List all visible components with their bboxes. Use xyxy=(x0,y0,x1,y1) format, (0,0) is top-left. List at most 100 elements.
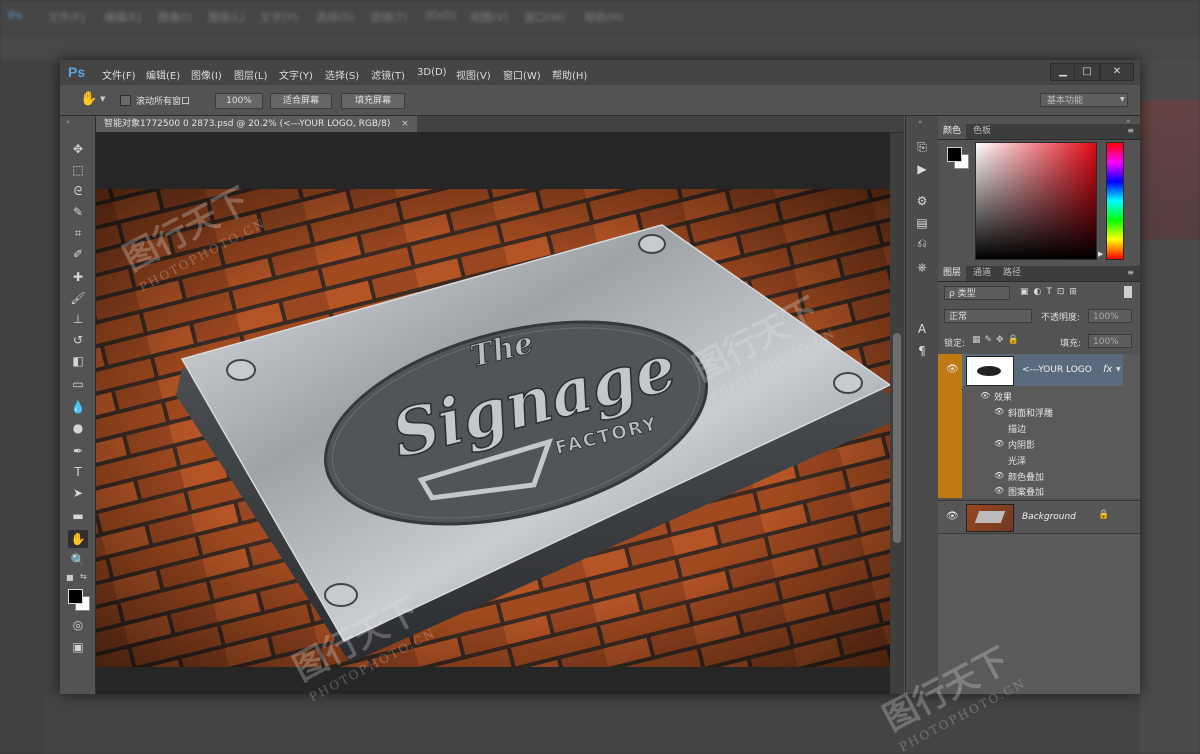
swap-colors-icon[interactable]: ⇆ xyxy=(80,572,87,581)
eye-icon[interactable]: 👁 xyxy=(980,391,990,400)
zoom-tool-icon[interactable]: 🔍 xyxy=(68,551,88,569)
canvas-area[interactable]: The Signage FACTORY xyxy=(96,133,890,694)
chevron-down-icon[interactable]: ▼ xyxy=(1116,366,1121,373)
menu-image[interactable]: 图像(I) xyxy=(191,67,222,82)
collapse-arrows-icon[interactable]: » xyxy=(66,118,70,126)
hue-slider-arrow-icon[interactable]: ▶ xyxy=(1098,250,1103,258)
blend-mode-select[interactable]: 正常 xyxy=(944,309,1032,323)
lasso-tool-icon[interactable]: ᘓ xyxy=(68,182,88,200)
screen-mode-icon[interactable]: ▣ xyxy=(68,638,88,656)
eye-icon[interactable]: 👁 xyxy=(994,439,1004,448)
gradient-tool-icon[interactable]: ▭ xyxy=(68,375,88,393)
menu-select[interactable]: 选择(S) xyxy=(325,67,359,82)
color-picker-field[interactable] xyxy=(975,142,1097,260)
chevron-down-icon[interactable]: ▼ xyxy=(100,95,105,103)
eye-icon[interactable]: 👁 xyxy=(994,471,1004,480)
menu-layer[interactable]: 图层(L) xyxy=(234,67,267,82)
menu-edit[interactable]: 编辑(E) xyxy=(146,67,180,82)
collapse-arrows-icon[interactable]: « xyxy=(918,118,922,126)
menu-3d[interactable]: 3D(D) xyxy=(417,67,447,78)
dodge-tool-icon[interactable]: ● xyxy=(68,419,88,437)
layer-filter-kind-select[interactable]: ρ 类型 xyxy=(944,286,1010,300)
clone-stamp-tool-icon[interactable]: ⊥ xyxy=(68,310,88,328)
color-panel-foreground-swatch[interactable] xyxy=(947,147,962,162)
layer-filter-icons[interactable]: ▣◐T⊡⊞ xyxy=(1020,287,1082,297)
tab-color[interactable]: 颜色 xyxy=(938,124,967,139)
menu-file[interactable]: 文件(F) xyxy=(102,67,136,82)
effect-item[interactable]: 颜色叠加 xyxy=(1008,470,1044,483)
history-panel-icon[interactable]: ⎘ xyxy=(913,138,931,156)
adjustments-panel-icon[interactable]: ▤ xyxy=(913,214,931,232)
eye-icon[interactable]: 👁 xyxy=(994,486,1004,495)
scrollbar-thumb[interactable] xyxy=(893,333,901,543)
healing-brush-tool-icon[interactable]: ✚ xyxy=(68,268,88,286)
menu-type[interactable]: 文字(Y) xyxy=(279,67,313,82)
fit-screen-button[interactable]: 适合屏幕 xyxy=(270,93,332,109)
default-colors-icon[interactable]: ■ xyxy=(66,573,74,582)
panel-menu-icon[interactable]: ≡ xyxy=(1127,126,1134,135)
paragraph-panel-icon[interactable]: ¶ xyxy=(913,342,931,360)
path-select-tool-icon[interactable]: ➤ xyxy=(68,484,88,502)
lock-icons[interactable]: ▦✎✥🔒 xyxy=(972,335,1023,345)
properties-panel-icon[interactable]: ⚙ xyxy=(913,192,931,210)
layer-name[interactable]: <---YOUR LOGO xyxy=(1022,365,1092,375)
crop-tool-icon[interactable]: ⌗ xyxy=(68,224,88,242)
effect-item[interactable]: 内阴影 xyxy=(1008,438,1035,451)
document-tab[interactable]: 智能对象1772500 0 2873.psd @ 20.2% (<---YOUR… xyxy=(96,116,417,132)
tab-channels[interactable]: 通道 xyxy=(968,266,996,281)
history-brush-tool-icon[interactable]: ↺ xyxy=(68,331,88,349)
workspace-select[interactable]: 基本功能 xyxy=(1040,93,1128,107)
close-button[interactable]: ✕ xyxy=(1100,63,1134,81)
workspace-chevron-icon[interactable]: ▼ xyxy=(1120,96,1125,103)
effect-item[interactable]: 光泽 xyxy=(1008,454,1026,467)
tab-paths[interactable]: 路径 xyxy=(998,266,1026,281)
menu-window[interactable]: 窗口(W) xyxy=(503,67,541,82)
pen-tool-icon[interactable]: ✒ xyxy=(68,442,88,460)
fx-icon[interactable]: fx xyxy=(1103,364,1112,375)
menu-bar: Ps 文件(F) 编辑(E) 图像(I) 图层(L) 文字(Y) 选择(S) 滤… xyxy=(60,60,1140,85)
scroll-all-windows-checkbox[interactable] xyxy=(120,95,131,106)
fill-input[interactable]: 100% xyxy=(1088,334,1132,348)
tab-swatches[interactable]: 色板 xyxy=(968,124,996,139)
tab-layers[interactable]: 图层 xyxy=(938,266,967,281)
zoom-100-button[interactable]: 100% xyxy=(215,93,263,109)
brush-tool-icon[interactable]: 🖌 xyxy=(68,289,88,307)
marquee-tool-icon[interactable]: ⬚ xyxy=(68,161,88,179)
fill-screen-button[interactable]: 填充屏幕 xyxy=(341,93,405,109)
eraser-tool-icon[interactable]: ◧ xyxy=(68,352,88,370)
panel-menu-icon[interactable]: ≡ xyxy=(1127,268,1134,277)
rectangle-tool-icon[interactable]: ▬ xyxy=(68,507,88,525)
maximize-button[interactable]: □ xyxy=(1074,63,1100,81)
menu-help[interactable]: 帮助(H) xyxy=(552,67,587,82)
minimize-button[interactable]: ▁ xyxy=(1050,63,1076,81)
eye-icon[interactable]: 👁 xyxy=(994,407,1004,416)
menu-view[interactable]: 视图(V) xyxy=(456,67,491,82)
eye-icon[interactable]: 👁 xyxy=(946,511,959,522)
filter-toggle-icon[interactable] xyxy=(1124,286,1132,298)
hand-tool-icon[interactable]: ✋ xyxy=(68,530,88,548)
menu-filter[interactable]: 滤镜(T) xyxy=(371,67,405,82)
vertical-scrollbar[interactable] xyxy=(890,133,904,694)
quick-mask-icon[interactable]: ◎ xyxy=(68,616,88,634)
move-tool-icon[interactable]: ✥ xyxy=(68,140,88,158)
effect-item[interactable]: 描边 xyxy=(1008,422,1026,435)
effect-item[interactable]: 图案叠加 xyxy=(1008,485,1044,498)
eye-icon[interactable]: 👁 xyxy=(946,364,959,375)
character-panel-icon[interactable]: A xyxy=(913,320,931,338)
layer-name[interactable]: Background xyxy=(1022,512,1076,522)
actions-play-icon[interactable]: ▶ xyxy=(913,160,931,178)
type-tool-icon[interactable]: T xyxy=(68,463,88,481)
paths-panel-icon[interactable]: ⎈ xyxy=(913,258,931,276)
foreground-color-swatch[interactable] xyxy=(68,589,83,604)
clone-source-icon[interactable]: ⎌ xyxy=(913,234,931,252)
blur-tool-icon[interactable]: 💧 xyxy=(68,398,88,416)
quick-select-tool-icon[interactable]: ✎ xyxy=(68,203,88,221)
opacity-input[interactable]: 100% xyxy=(1088,309,1132,323)
layer-row-background[interactable]: 👁 Background 🔒 xyxy=(938,500,1140,534)
close-icon[interactable]: × xyxy=(401,119,409,129)
eyedropper-tool-icon[interactable]: ✐ xyxy=(68,245,88,263)
hand-tool-icon[interactable]: ✋ xyxy=(80,91,97,107)
effect-item[interactable]: 斜面和浮雕 xyxy=(1008,406,1053,419)
layer-row-logo[interactable]: 👁 <---YOUR LOGO fx ▼ 👁 效果 👁 斜面和浮雕 描边 👁 内… xyxy=(938,354,1140,498)
hue-slider[interactable] xyxy=(1106,142,1124,260)
